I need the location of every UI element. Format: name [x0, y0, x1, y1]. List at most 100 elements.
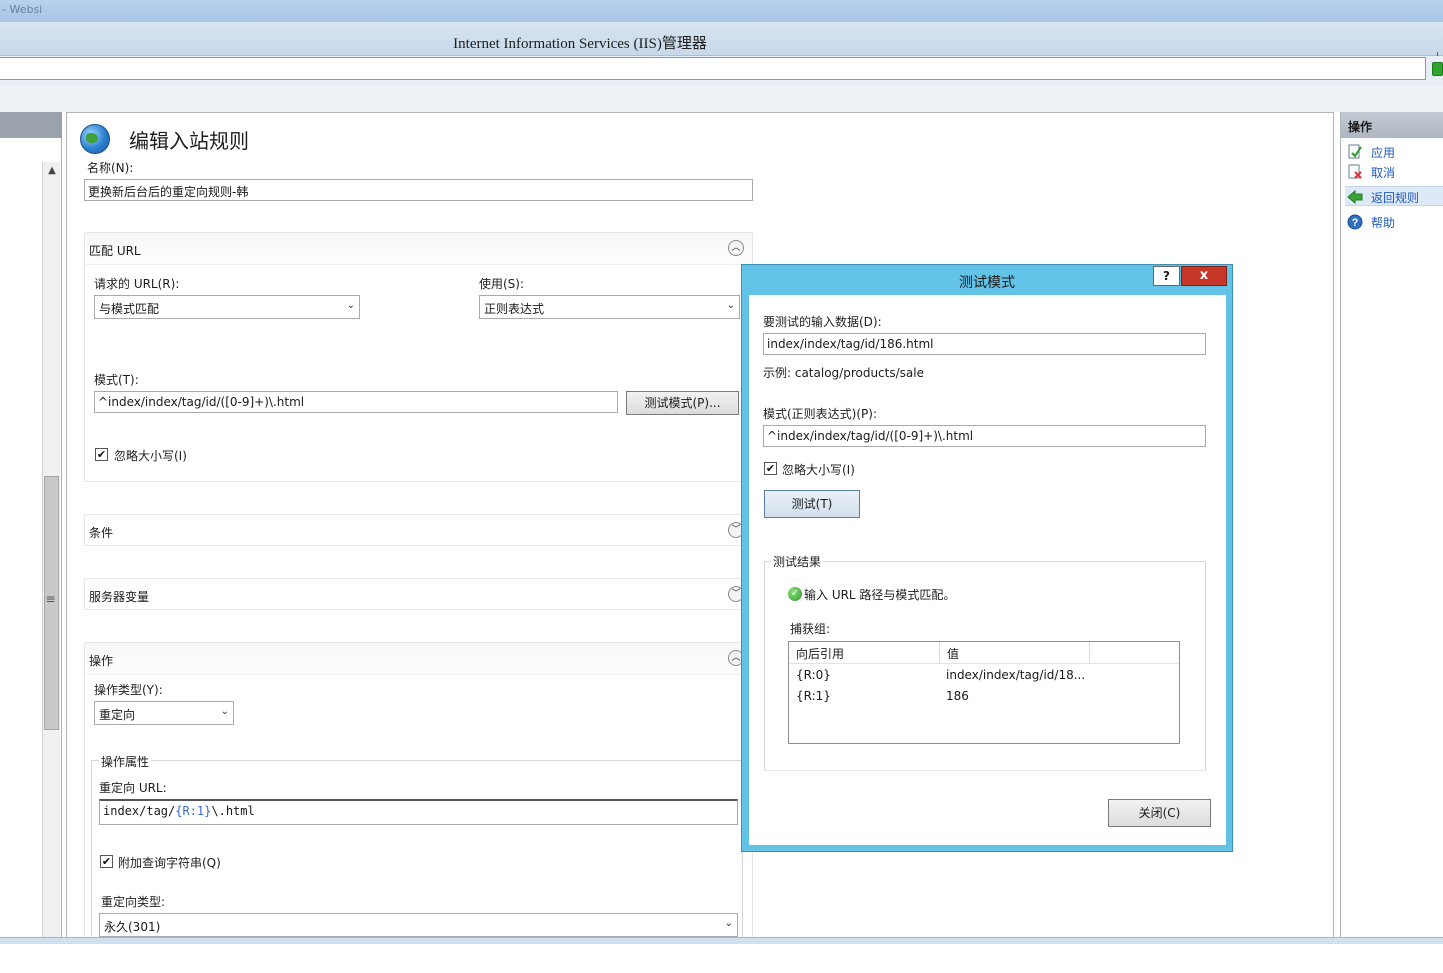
match-url-title: 匹配 URL: [89, 244, 141, 258]
test-input-field[interactable]: index/index/tag/id/186.html: [763, 333, 1206, 355]
result-message: 输入 URL 路径与模式匹配。: [804, 588, 956, 602]
server-variables-title: 服务器变量: [89, 590, 150, 604]
match-url-section: 匹配 URL ︿ 请求的 URL(R): 与模式匹配 ⌄ 使用(S): 正则表达…: [84, 232, 753, 482]
connections-header: [0, 112, 62, 138]
using-value: 正则表达式: [484, 302, 545, 316]
page-title: 编辑入站规则: [129, 129, 249, 153]
address-bar: [0, 56, 1443, 86]
row-value: index/index/tag/id/18...: [946, 668, 1086, 682]
action-header[interactable]: 操作 ︿: [85, 643, 752, 675]
action-title: 操作: [89, 654, 114, 668]
status-bar: [0, 937, 1443, 944]
redirect-url-input[interactable]: index/tag/{R:1}\.html: [99, 799, 738, 825]
append-query-checkbox[interactable]: ✔: [100, 855, 113, 868]
requested-url-select[interactable]: 与模式匹配 ⌄: [94, 295, 360, 319]
apply-icon: [1348, 144, 1362, 159]
connections-scrollbar[interactable]: ▲ ≡: [42, 162, 60, 938]
table-row[interactable]: {R:0} index/index/tag/id/18...: [789, 664, 1179, 685]
dialog-help-button[interactable]: ?: [1153, 266, 1180, 286]
action-section: 操作 ︿ 操作类型(Y): 重定向 ⌄ 操作属性 重定向 URL: index/…: [84, 642, 753, 943]
match-url-header[interactable]: 匹配 URL ︿: [85, 233, 752, 265]
redirect-url-part1: index/tag/: [103, 804, 176, 818]
regex-pattern-field[interactable]: ^index/index/tag/id/([0-9]+)\.html: [763, 425, 1206, 447]
chevron-down-icon: ⌄: [220, 706, 229, 717]
row-ref: {R:0}: [796, 668, 831, 682]
name-label: 名称(N):: [87, 161, 134, 175]
column-header-value[interactable]: 值: [940, 642, 1090, 664]
apply-action[interactable]: 应用: [1345, 142, 1443, 162]
apply-label: 应用: [1371, 146, 1396, 160]
splitter-grip-icon[interactable]: ≡: [43, 592, 58, 606]
row-value: 186: [946, 689, 969, 703]
requested-url-label: 请求的 URL(R):: [94, 277, 180, 291]
window-titlebar: Internet Information Services (IIS)管理器: [0, 22, 1443, 72]
table-row[interactable]: {R:1} 186: [789, 685, 1179, 706]
connections-pane: ▲ ≡: [0, 112, 62, 938]
redirect-url-label: 重定向 URL:: [99, 781, 167, 795]
dialog-ignore-case-label: 忽略大小写(I): [782, 463, 855, 477]
globe-icon: [80, 124, 110, 154]
server-variables-section[interactable]: 服务器变量 ﹀: [84, 578, 753, 610]
action-type-label: 操作类型(Y):: [94, 683, 163, 697]
pattern-label: 模式(T):: [94, 373, 139, 387]
svg-text:?: ?: [1352, 217, 1359, 229]
go-icon[interactable]: [1432, 62, 1443, 76]
ignore-case-label: 忽略大小写(I): [114, 449, 187, 463]
collapse-up-icon[interactable]: ︿: [728, 240, 744, 256]
run-test-button[interactable]: 测试(T): [764, 490, 860, 518]
capture-groups-grid[interactable]: 向后引用 值 {R:0} index/index/tag/id/18... {R…: [788, 641, 1180, 744]
scroll-up-icon[interactable]: ▲: [43, 162, 61, 180]
help-icon: ?: [1347, 214, 1363, 230]
action-properties-title: 操作属性: [99, 753, 152, 770]
ignore-case-checkbox[interactable]: ✔: [95, 448, 108, 461]
chevron-down-icon: ⌄: [346, 300, 355, 311]
using-select[interactable]: 正则表达式 ⌄: [479, 295, 740, 319]
cancel-icon: [1348, 164, 1362, 179]
chevron-down-icon: ⌄: [726, 300, 735, 311]
back-to-rules-action[interactable]: 返回规则: [1345, 186, 1443, 206]
address-input[interactable]: [0, 57, 1426, 80]
test-pattern-dialog: 测试模式 ? x 要测试的输入数据(D): index/index/tag/id…: [741, 264, 1233, 852]
redirect-type-select[interactable]: 永久(301) ⌄: [99, 913, 738, 937]
toolbar-shelf: [0, 86, 1443, 112]
column-header-ref[interactable]: 向后引用: [789, 642, 940, 664]
chevron-down-icon: ⌄: [724, 918, 733, 929]
redirect-url-token: {R:1}: [175, 804, 212, 818]
append-query-label: 附加查询字符串(Q): [118, 856, 221, 870]
pattern-input[interactable]: ^index/index/tag/id/([0-9]+)\.html: [94, 391, 618, 413]
conditions-section[interactable]: 条件 ﹀: [84, 514, 753, 546]
rule-name-input[interactable]: 更换新后台后的重定向规则-韩: [84, 179, 753, 201]
capture-groups-label: 捕获组:: [790, 622, 831, 636]
action-type-select[interactable]: 重定向 ⌄: [94, 701, 234, 725]
example-text: 示例: catalog/products/sale: [763, 366, 924, 380]
redirect-type-label: 重定向类型:: [101, 895, 166, 909]
test-pattern-button[interactable]: 测试模式(P)...: [626, 391, 739, 415]
conditions-title: 条件: [89, 526, 114, 540]
dialog-body: 要测试的输入数据(D): index/index/tag/id/186.html…: [749, 295, 1226, 845]
cancel-label: 取消: [1371, 166, 1396, 180]
actions-header: 操作: [1341, 112, 1443, 138]
grid-header: 向后引用 值: [789, 642, 1179, 664]
action-type-value: 重定向: [99, 708, 136, 722]
actions-pane: 操作 应用 取消 返回规则 ? 帮助: [1340, 112, 1443, 938]
help-label: 帮助: [1371, 216, 1396, 230]
test-input-label: 要测试的输入数据(D):: [763, 315, 882, 329]
close-dialog-button[interactable]: 关闭(C): [1108, 799, 1211, 827]
back-arrow-icon: [1347, 189, 1363, 205]
test-results-title: 测试结果: [771, 553, 824, 570]
regex-pattern-label: 模式(正则表达式)(P):: [763, 407, 878, 421]
using-label: 使用(S):: [479, 277, 525, 291]
help-action[interactable]: ? 帮助: [1345, 212, 1443, 232]
redirect-url-part2: \.html: [211, 804, 255, 818]
redirect-type-value: 永久(301): [104, 920, 161, 934]
success-check-icon: ✓: [788, 587, 802, 601]
cancel-action[interactable]: 取消: [1345, 162, 1443, 182]
dialog-close-icon[interactable]: x: [1181, 266, 1227, 286]
dialog-ignore-case-checkbox[interactable]: ✔: [764, 462, 777, 475]
row-ref: {R:1}: [796, 689, 831, 703]
actions-header-text: 操作: [1348, 120, 1373, 134]
window-title: Internet Information Services (IIS)管理器: [453, 36, 707, 52]
taskbar-strip: - Websi: [0, 0, 1443, 22]
back-to-rules-label: 返回规则: [1371, 191, 1420, 205]
taskbar-strip-text: - Websi: [2, 3, 43, 16]
